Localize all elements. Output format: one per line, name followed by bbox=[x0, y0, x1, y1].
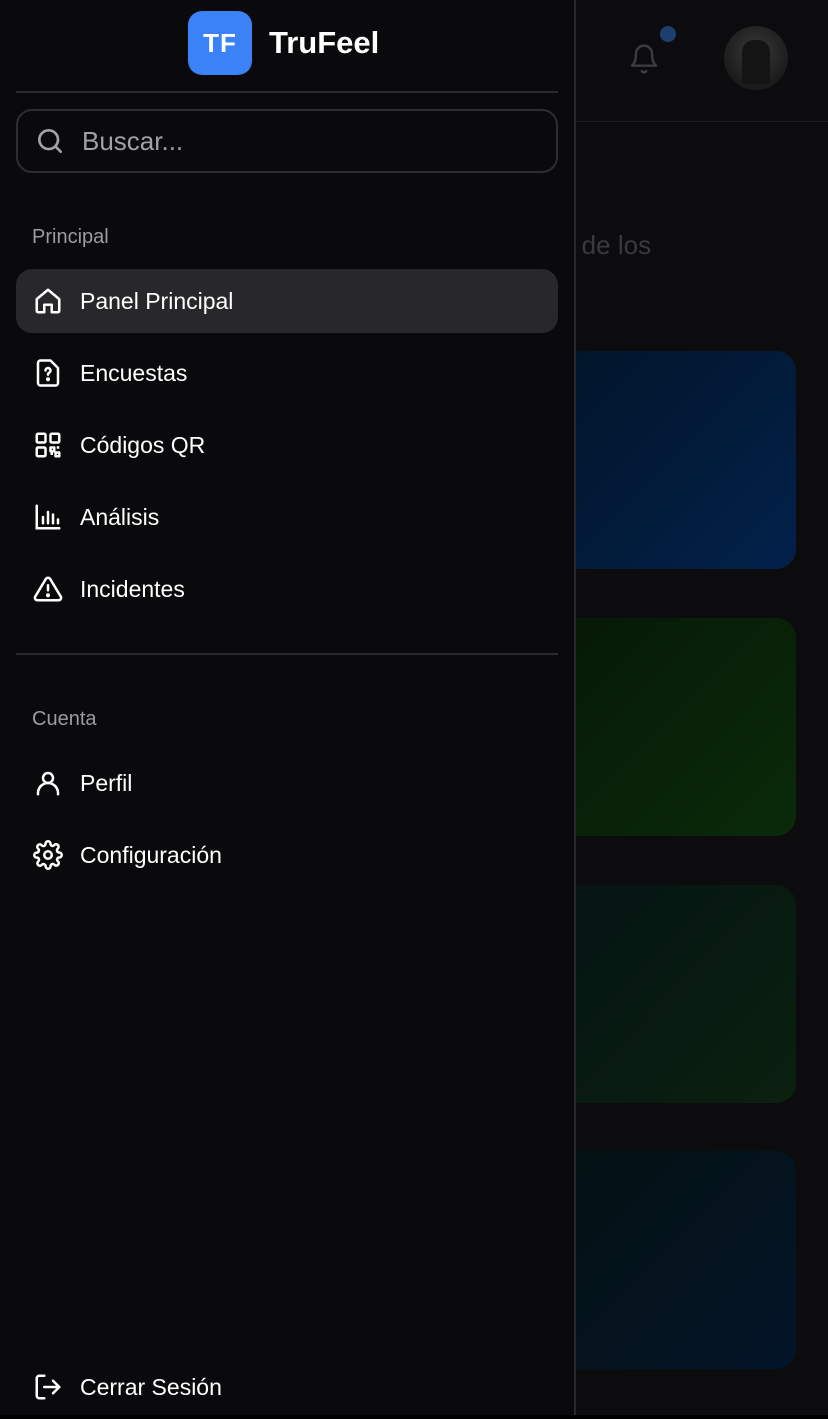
search-input[interactable] bbox=[82, 125, 556, 157]
nav-label: Encuestas bbox=[80, 359, 188, 386]
section-label-principal: Principal bbox=[32, 226, 109, 248]
bar-chart-icon bbox=[32, 501, 64, 533]
warning-icon bbox=[32, 573, 64, 605]
nav-item-encuestas[interactable]: Encuestas bbox=[16, 341, 558, 405]
nav-item-cerrar-sesion[interactable]: Cerrar Sesión bbox=[16, 1355, 558, 1419]
stat-card bbox=[540, 618, 796, 836]
search-box[interactable] bbox=[16, 109, 558, 173]
avatar[interactable] bbox=[724, 26, 788, 90]
logout-icon bbox=[32, 1371, 64, 1403]
nav-label: Perfil bbox=[80, 769, 133, 796]
stat-card bbox=[540, 1151, 796, 1369]
navigation-drawer: TF TruFeel Principal Panel Principal bbox=[0, 0, 576, 1415]
question-file-icon bbox=[32, 357, 64, 389]
nav-label: Cerrar Sesión bbox=[80, 1373, 222, 1400]
nav-label: Panel Principal bbox=[80, 287, 234, 314]
nav-item-incidentes[interactable]: Incidentes bbox=[16, 557, 558, 621]
app-name: TruFeel bbox=[269, 25, 380, 60]
nav-item-analisis[interactable]: Análisis bbox=[16, 485, 558, 549]
stat-card bbox=[540, 885, 796, 1103]
nav-item-perfil[interactable]: Perfil bbox=[16, 751, 558, 815]
user-icon bbox=[32, 767, 64, 799]
nav-label: Configuración bbox=[80, 841, 222, 868]
nav-item-configuracion[interactable]: Configuración bbox=[16, 823, 558, 887]
brand[interactable]: TF TruFeel bbox=[188, 11, 379, 75]
notification-dot bbox=[660, 26, 676, 42]
stat-card bbox=[540, 351, 796, 569]
app-logo: TF bbox=[188, 11, 252, 75]
qr-code-icon bbox=[32, 429, 64, 461]
divider bbox=[16, 91, 558, 93]
gear-icon bbox=[32, 839, 64, 871]
divider bbox=[16, 653, 558, 655]
nav-item-codigos-qr[interactable]: Códigos QR bbox=[16, 413, 558, 477]
nav-item-panel-principal[interactable]: Panel Principal bbox=[16, 269, 558, 333]
section-label-cuenta: Cuenta bbox=[32, 708, 97, 730]
home-icon bbox=[32, 285, 64, 317]
nav-label: Incidentes bbox=[80, 575, 185, 602]
search-icon bbox=[34, 125, 66, 157]
notification-bell-icon[interactable] bbox=[628, 42, 660, 76]
nav-label: Análisis bbox=[80, 503, 160, 530]
nav-label: Códigos QR bbox=[80, 431, 206, 458]
